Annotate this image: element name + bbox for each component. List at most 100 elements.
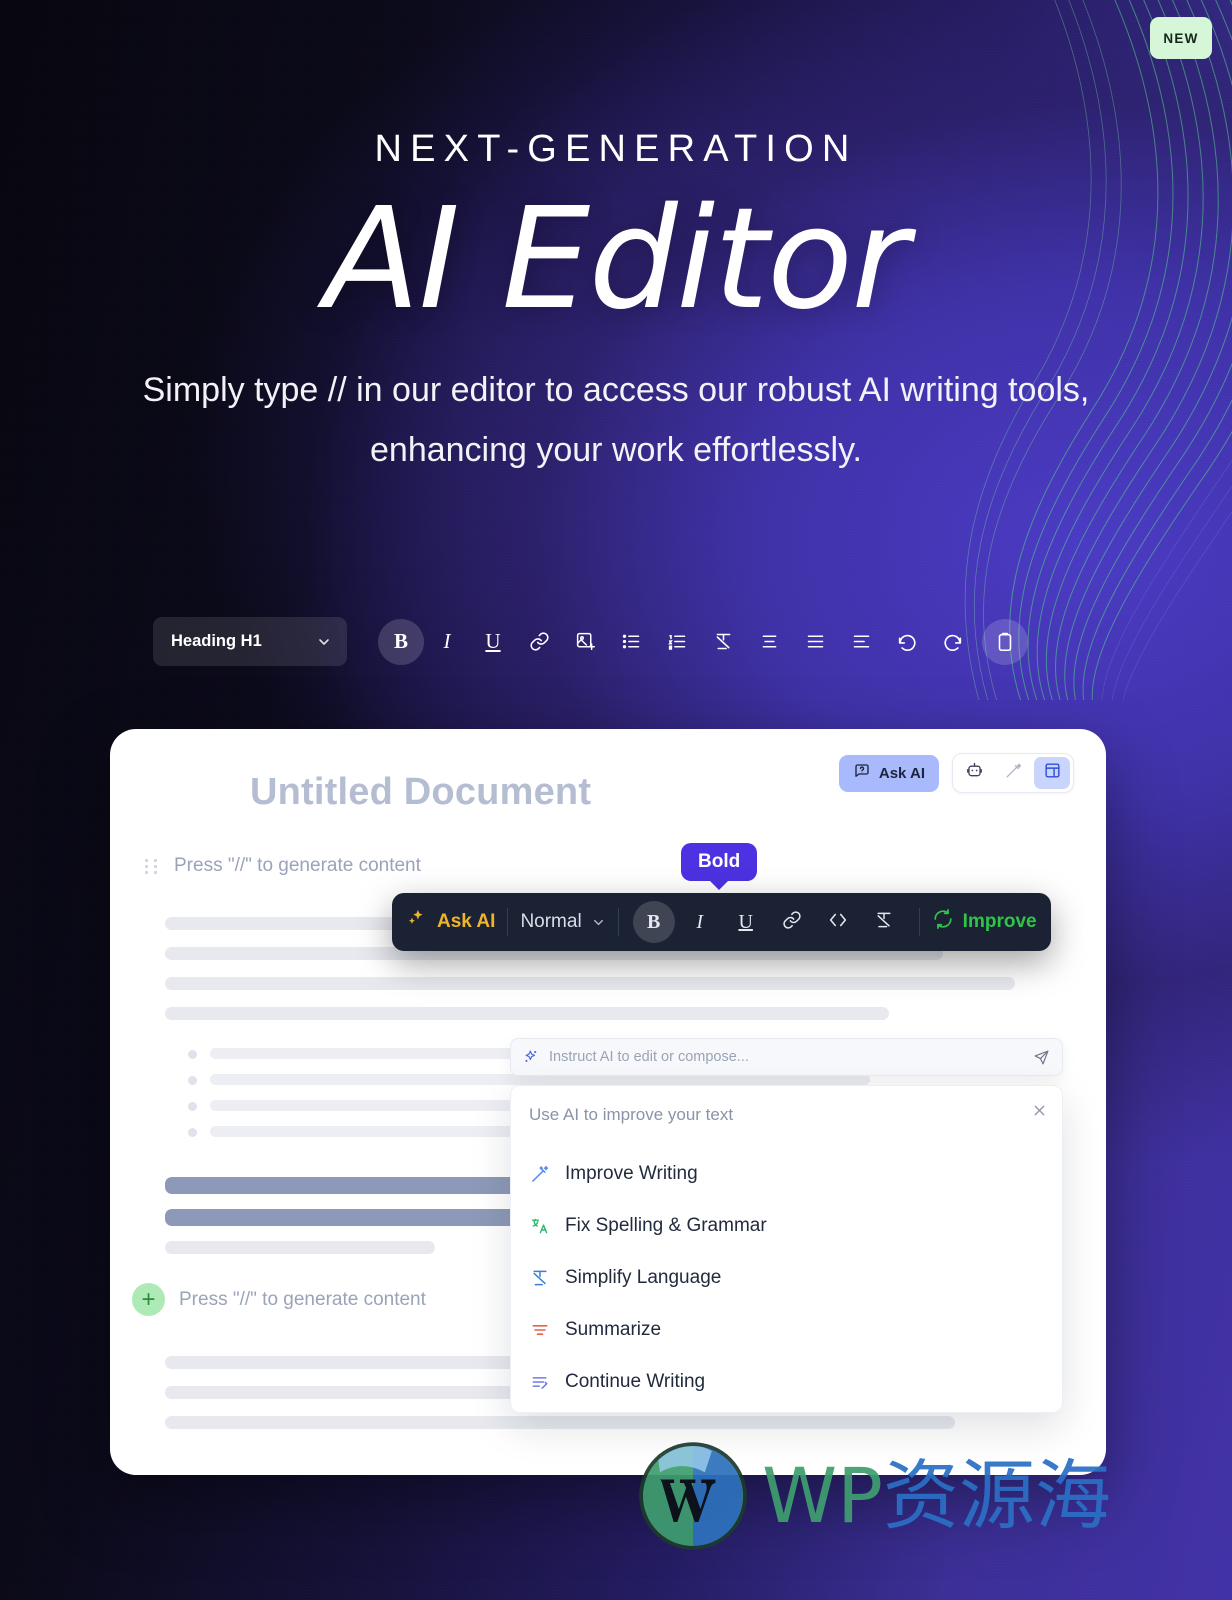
sparkles-plus-icon	[523, 1049, 539, 1065]
chevron-down-icon	[316, 634, 332, 650]
numbered-list-button[interactable]	[654, 619, 700, 665]
code-button[interactable]	[817, 901, 859, 943]
undo-button[interactable]	[884, 619, 930, 665]
watermark-text-en: WP	[762, 1451, 883, 1540]
bullet-list-button[interactable]	[608, 619, 654, 665]
bullet-list-icon	[621, 631, 642, 652]
toolbar-divider	[617, 908, 619, 936]
floating-format-toolbar: Ask AI Normal B I U Improve	[392, 893, 1051, 951]
magic-wand-button[interactable]	[995, 757, 1031, 789]
underline-icon: U	[738, 910, 753, 933]
plus-icon[interactable]: +	[132, 1283, 165, 1316]
ask-ai-float-button[interactable]: Ask AI	[406, 908, 495, 936]
italic-icon: I	[443, 629, 451, 653]
clear-formatting-icon	[713, 631, 734, 652]
ai-prompt-input[interactable]: Instruct AI to edit or compose...	[510, 1038, 1063, 1076]
align-justify-button[interactable]	[792, 619, 838, 665]
numbered-list-icon	[667, 631, 688, 652]
ai-menu-item-improve-writing[interactable]: Improve Writing	[529, 1148, 1062, 1200]
ai-menu-list: Improve Writing Fix Spelling & Grammar S…	[529, 1148, 1062, 1408]
redo-button[interactable]	[930, 619, 976, 665]
italic-button[interactable]: I	[424, 619, 470, 665]
underline-button[interactable]: U	[470, 619, 516, 665]
slash-hint-row-top[interactable]: Press "//" to generate content	[145, 855, 421, 877]
clipboard-button[interactable]	[982, 618, 1028, 665]
italic-icon: I	[696, 910, 703, 933]
list-bullet	[188, 1102, 197, 1111]
link-button[interactable]	[516, 619, 562, 665]
ai-suggestions-menu: Use AI to improve your text Improve Writ…	[510, 1085, 1063, 1413]
heading-style-value: Heading H1	[171, 632, 262, 650]
bold-icon: B	[647, 910, 661, 933]
wordpress-logo-icon	[634, 1437, 752, 1555]
hero-subheadline: Simply type // in our editor to access o…	[142, 370, 1090, 470]
slash-hint-label-bottom: Press "//" to generate content	[179, 1288, 426, 1310]
text-style-select[interactable]: Normal	[520, 911, 605, 933]
sparkles-icon	[406, 908, 428, 936]
ai-bot-button[interactable]	[956, 757, 992, 789]
clear-formatting-icon	[874, 910, 894, 935]
hero-section: NEXT-GENERATION AI Editor Simply type //…	[0, 0, 1232, 481]
magic-wand-icon	[529, 1164, 551, 1184]
clipboard-icon	[994, 631, 1016, 653]
continue-writing-icon	[529, 1372, 551, 1392]
document-title[interactable]: Untitled Document	[250, 771, 591, 814]
link-icon	[782, 910, 802, 935]
content-line	[165, 1241, 435, 1254]
ai-menu-item-summarize[interactable]: Summarize	[529, 1304, 1062, 1356]
layout-panel-button[interactable]	[1034, 757, 1070, 789]
italic-button[interactable]: I	[679, 901, 721, 943]
ai-menu-item-label: Summarize	[565, 1319, 662, 1340]
close-icon[interactable]	[1031, 1102, 1048, 1124]
undo-icon	[896, 631, 918, 653]
chevron-down-icon	[591, 915, 606, 930]
slash-hint-row-bottom[interactable]: + Press "//" to generate content	[132, 1283, 426, 1316]
improve-label: Improve	[962, 911, 1037, 932]
new-badge: NEW	[1150, 17, 1212, 59]
image-button[interactable]	[562, 619, 608, 665]
ask-ai-label: Ask AI	[878, 764, 925, 782]
clear-format-button[interactable]	[700, 619, 746, 665]
bold-button[interactable]: B	[632, 901, 675, 943]
align-justify-icon	[805, 631, 826, 652]
chat-question-icon	[853, 762, 871, 784]
ask-ai-button[interactable]: Ask AI	[838, 754, 939, 792]
send-icon[interactable]	[1033, 1049, 1050, 1066]
align-center-button[interactable]	[746, 619, 792, 665]
heading-style-select[interactable]: Heading H1	[153, 617, 347, 666]
ai-menu-item-label: Improve Writing	[565, 1163, 698, 1184]
image-add-icon	[575, 631, 596, 652]
watermark-text: WP资源海	[762, 1458, 1111, 1534]
improve-button[interactable]: Improve	[932, 908, 1037, 936]
bold-tooltip: Bold	[681, 843, 758, 881]
bold-button[interactable]: B	[378, 618, 424, 665]
simplify-icon	[529, 1268, 551, 1288]
ask-ai-float-label: Ask AI	[437, 911, 496, 932]
ai-menu-item-fix-spelling-grammar[interactable]: Fix Spelling & Grammar	[529, 1200, 1062, 1252]
link-button[interactable]	[771, 901, 813, 943]
ai-menu-item-continue-writing[interactable]: Continue Writing	[529, 1356, 1062, 1408]
clear-format-button[interactable]	[863, 901, 905, 943]
document-tools-group	[952, 753, 1074, 793]
ai-bot-icon	[965, 761, 984, 785]
toolbar-divider	[507, 908, 509, 936]
ai-menu-item-label: Simplify Language	[565, 1267, 722, 1288]
content-line	[165, 1007, 889, 1020]
redo-icon	[942, 631, 964, 653]
editor-toolbar: Heading H1 B I U	[153, 617, 1028, 666]
drag-handle-icon[interactable]	[145, 857, 158, 875]
align-left-button[interactable]	[838, 619, 884, 665]
bold-icon: B	[393, 629, 408, 653]
ai-menu-item-simplify-language[interactable]: Simplify Language	[529, 1252, 1062, 1304]
watermark-text-cn: 资源海	[882, 1451, 1111, 1540]
summarize-icon	[529, 1320, 551, 1340]
underline-button[interactable]: U	[725, 901, 767, 943]
watermark: WP资源海	[634, 1437, 1111, 1555]
ai-prompt-placeholder: Instruct AI to edit or compose...	[549, 1049, 749, 1065]
slash-hint-label-top: Press "//" to generate content	[174, 855, 421, 876]
page-title: AI Editor	[324, 178, 909, 341]
align-left-icon	[851, 631, 872, 652]
text-style-value: Normal	[520, 911, 582, 932]
toolbar-divider	[918, 908, 920, 936]
ai-menu-title: Use AI to improve your text	[529, 1105, 734, 1124]
